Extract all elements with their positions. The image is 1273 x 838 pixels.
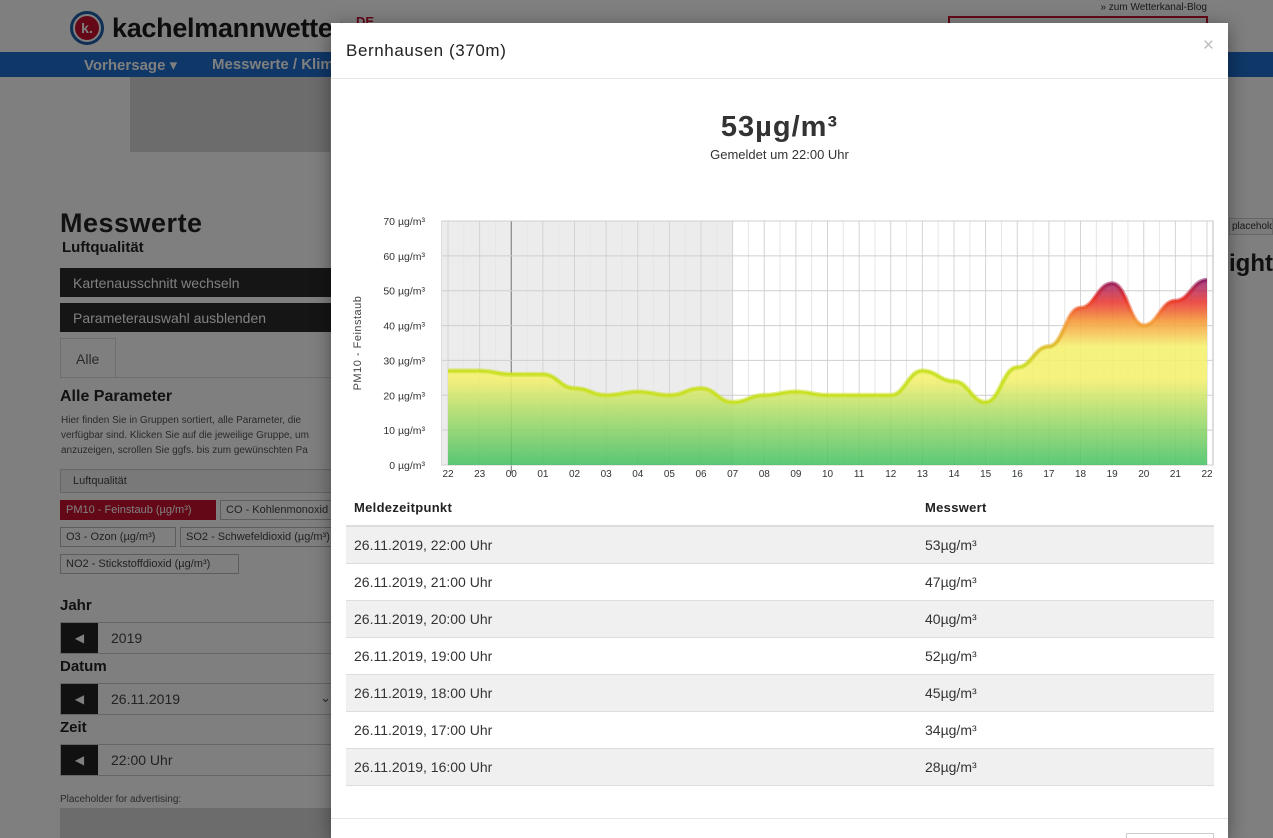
table-row: 26.11.2019, 18:00 Uhr 45µg/m³ [346,674,1214,712]
x-tick-label: 16 [1012,469,1024,480]
cell-value: 28µg/m³ [917,748,1214,786]
x-tick-label: 13 [917,469,929,480]
cell-time: 26.11.2019, 20:00 Uhr [346,600,917,638]
reported-time: Gemeldet um 22:00 Uhr [710,147,849,162]
data-point [510,373,513,376]
modal-header: Bernhausen (370m) × [331,23,1228,79]
x-tick-label: 17 [1043,469,1055,480]
x-tick-label: 04 [632,469,644,480]
y-tick-label: 40 µg/m³ [383,321,425,333]
data-point [1206,279,1209,282]
data-point [541,373,544,376]
y-tick-label: 0 µg/m³ [389,460,425,472]
y-tick-label: 10 µg/m³ [383,425,425,437]
cell-time: 26.11.2019, 17:00 Uhr [346,711,917,749]
x-tick-label: 09 [790,469,802,480]
x-tick-label: 10 [822,469,834,480]
x-tick-label: 01 [537,469,549,480]
data-point [1174,300,1177,303]
data-point [984,401,987,404]
data-point [858,394,861,397]
data-point [700,387,703,390]
data-point [605,394,608,397]
data-point [573,387,576,390]
x-tick-label: 05 [664,469,676,480]
table-row: 26.11.2019, 19:00 Uhr 52µg/m³ [346,637,1214,675]
table-row: 26.11.2019, 17:00 Uhr 34µg/m³ [346,711,1214,749]
table-header-row: Meldezeitpunkt Messwert [346,489,1214,527]
cell-time: 26.11.2019, 21:00 Uhr [346,563,917,601]
table-row: 26.11.2019, 22:00 Uhr 53µg/m³ [346,526,1214,564]
y-tick-label: 60 µg/m³ [383,251,425,263]
cell-value: 53µg/m³ [917,526,1214,564]
footer-close-button[interactable] [1126,833,1214,838]
data-point [763,394,766,397]
data-point [478,369,481,372]
data-point [794,390,797,393]
cell-time: 26.11.2019, 22:00 Uhr [346,526,917,564]
x-date-label: Di, 26. Nov [481,482,534,483]
data-point [668,394,671,397]
data-point [1111,282,1114,285]
table-row: 26.11.2019, 16:00 Uhr 28µg/m³ [346,748,1214,786]
cell-value: 52µg/m³ [917,637,1214,675]
x-tick-label: 18 [1075,469,1087,480]
x-tick-label: 21 [1170,469,1182,480]
x-tick-label: 03 [601,469,613,480]
current-value: 53µg/m³ [720,111,839,143]
column-header-time: Meldezeitpunkt [346,489,917,527]
y-axis-title: PM10 - Feinstaub [352,296,364,391]
table-row: 26.11.2019, 21:00 Uhr 47µg/m³ [346,563,1214,601]
x-tick-label: 23 [474,469,486,480]
modal-title: Bernhausen (370m) [346,41,507,60]
data-point [889,394,892,397]
x-tick-label: 00 [506,469,518,480]
x-tick-label: 22 [442,469,454,480]
data-point [1016,366,1019,369]
modal-footer-divider [331,818,1228,819]
x-tick-label: 12 [885,469,897,480]
data-point [1142,324,1145,327]
close-icon[interactable]: × [1203,35,1214,57]
pm10-chart: 0 µg/m³ 10 µg/m³ 20 µg/m³ 30 µg/m³ 40 µg/m³ 5… [352,216,1214,483]
cell-value: 45µg/m³ [917,674,1214,712]
x-tick-label: 14 [948,469,960,480]
y-tick-label: 50 µg/m³ [383,286,425,298]
x-tick-label: 08 [759,469,771,480]
cell-time: 26.11.2019, 19:00 Uhr [346,637,917,675]
data-point [1047,345,1050,348]
x-tick-label: 11 [854,469,865,480]
column-header-value: Messwert [917,489,1214,527]
x-tick-label: 19 [1107,469,1119,480]
x-tick-label: 15 [980,469,992,480]
cell-value: 47µg/m³ [917,563,1214,601]
x-tick-label: 07 [727,469,739,480]
data-point [921,369,924,372]
data-point [1079,307,1082,310]
data-point [953,380,956,383]
data-point [826,394,829,397]
y-tick-label: 70 µg/m³ [383,216,425,228]
y-tick-label: 30 µg/m³ [383,355,425,367]
table-row: 26.11.2019, 20:00 Uhr 40µg/m³ [346,600,1214,638]
station-modal: Bernhausen (370m) × 53µg/m³ Gemeldet um … [331,23,1228,838]
x-tick-label: 02 [569,469,581,480]
data-point [636,390,639,393]
x-tick-label: 20 [1138,469,1150,480]
measurements-table: Meldezeitpunkt Messwert 26.11.2019, 22:0… [346,489,1214,786]
cell-value: 34µg/m³ [917,711,1214,749]
y-tick-label: 20 µg/m³ [383,390,425,402]
cell-time: 26.11.2019, 16:00 Uhr [346,748,917,786]
data-point [447,369,450,372]
cell-value: 40µg/m³ [917,600,1214,638]
x-tick-label: 06 [695,469,707,480]
cell-time: 26.11.2019, 18:00 Uhr [346,674,917,712]
data-point [731,401,734,404]
x-tick-label: 22 [1201,469,1213,480]
